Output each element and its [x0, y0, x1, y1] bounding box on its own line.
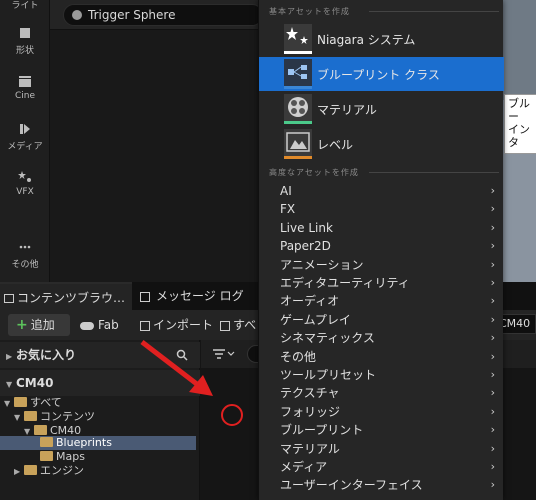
chevron-right-icon: ›: [490, 478, 495, 492]
submenu-item-label: Live Link: [280, 220, 333, 235]
menu-item-niagara-system[interactable]: Niagara システム: [259, 22, 504, 56]
header-divider: [369, 172, 499, 173]
chevron-right-icon: ›: [490, 368, 495, 381]
menu-item-level[interactable]: レベル: [259, 127, 504, 161]
submenu-item[interactable]: オーディオ ›: [259, 292, 504, 310]
blueprint-class-icon: [284, 59, 312, 89]
submenu-item-label: ツールプリセット: [280, 368, 377, 382]
submenu-item[interactable]: ゲームプレイ ›: [259, 311, 504, 329]
chevron-right-icon: ›: [490, 386, 495, 400]
submenu-item-label: AI: [280, 184, 292, 198]
menu-item-label: マテリアル: [317, 103, 377, 117]
chevron-right-icon: ›: [490, 294, 495, 308]
submenu-item[interactable]: ツールプリセット ›: [259, 366, 504, 384]
submenu-item[interactable]: Live Link ›: [259, 219, 504, 237]
chevron-right-icon: ›: [490, 460, 495, 473]
submenu-item-label: マテリアル: [280, 441, 340, 456]
chevron-right-icon: ›: [490, 423, 495, 437]
header-divider: [369, 11, 499, 12]
submenu-item[interactable]: マテリアル ›: [259, 440, 504, 458]
submenu-item-label: Paper2D: [280, 239, 331, 254]
chevron-right-icon: ›: [490, 184, 495, 197]
chevron-right-icon: ›: [490, 257, 495, 271]
menu-item-label: ブループリント クラス: [317, 68, 440, 82]
chevron-right-icon: ›: [490, 202, 495, 216]
chevron-right-icon: ›: [490, 220, 495, 234]
chevron-right-icon: ›: [490, 404, 495, 418]
menu-item-blueprint-class[interactable]: ブループリント クラス: [259, 57, 504, 91]
submenu-item[interactable]: エディタユーティリティ ›: [259, 274, 504, 292]
submenu-item-label: フォリッジ: [280, 404, 341, 419]
submenu-item-label: オーディオ: [280, 294, 340, 309]
level-icon: [284, 129, 312, 159]
basic-assets-header: 基本アセットを作成: [269, 6, 499, 17]
annotation-circle: [221, 404, 243, 426]
chevron-right-icon: ›: [490, 239, 495, 253]
chevron-right-icon: ›: [490, 276, 495, 289]
chevron-right-icon: ›: [490, 312, 495, 326]
submenu-item[interactable]: その他 ›: [259, 348, 504, 366]
submenu-item[interactable]: メディア ›: [259, 458, 504, 476]
submenu-item[interactable]: ブループリント ›: [259, 421, 504, 439]
submenu-item-label: シネマティックス: [280, 331, 375, 346]
chevron-right-icon: ›: [490, 331, 495, 345]
material-icon: [284, 94, 312, 124]
submenu-item[interactable]: アニメーション ›: [259, 256, 504, 274]
submenu-item-label: ブループリント: [280, 423, 364, 438]
chevron-right-icon: ›: [490, 441, 495, 455]
submenu-item[interactable]: テクスチャ ›: [259, 384, 504, 402]
submenu-item[interactable]: シネマティックス ›: [259, 329, 504, 347]
submenu-item-label: その他: [280, 349, 317, 364]
submenu-item-label: エディタユーティリティ: [280, 276, 410, 290]
submenu-item[interactable]: ユーザーインターフェイス ›: [259, 476, 504, 494]
submenu-item[interactable]: Paper2D ›: [259, 237, 504, 255]
submenu-item-label: ユーザーインターフェイス: [280, 478, 423, 493]
menu-item-label: Niagara システム: [317, 33, 416, 47]
submenu-item[interactable]: FX ›: [259, 200, 504, 218]
menu-item-label: レベル: [317, 138, 354, 152]
submenu-item[interactable]: フォリッジ ›: [259, 403, 504, 421]
create-asset-menu: 基本アセットを作成 Niagara システム ブループリント クラス マテリアル…: [258, 0, 504, 500]
menu-item-material[interactable]: マテリアル: [259, 92, 504, 126]
submenu-item[interactable]: AI ›: [259, 182, 504, 200]
submenu-item-label: FX: [280, 202, 296, 217]
niagara-icon: [284, 24, 312, 54]
submenu-item-label: ゲームプレイ: [280, 312, 351, 327]
header-label: 基本アセットを作成: [269, 7, 350, 16]
header-label: 高度なアセットを作成: [269, 168, 359, 177]
submenu-item-label: メディア: [280, 460, 328, 474]
submenu-item-label: アニメーション: [280, 257, 364, 272]
advanced-assets-header: 高度なアセットを作成: [269, 167, 499, 178]
submenu-item-label: テクスチャ: [280, 386, 340, 401]
chevron-right-icon: ›: [490, 349, 495, 363]
